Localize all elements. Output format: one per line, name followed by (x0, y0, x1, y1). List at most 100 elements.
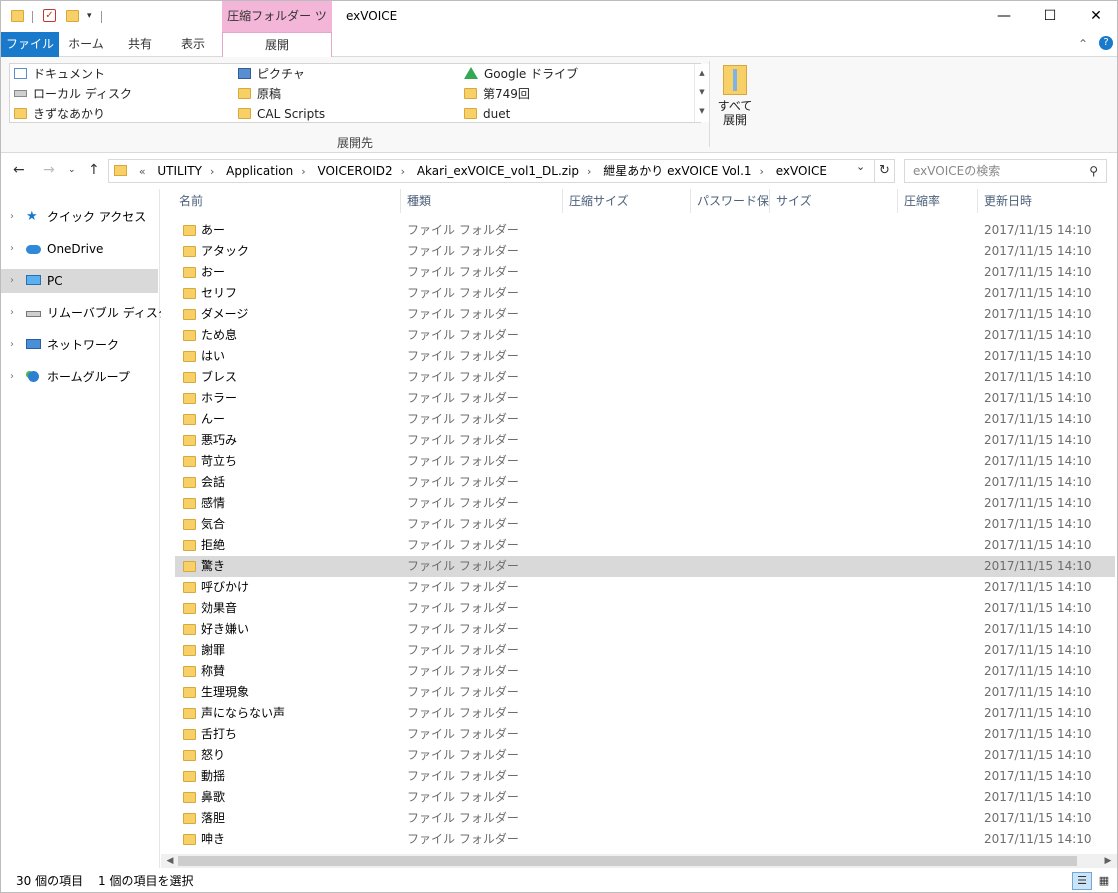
table-row[interactable]: 効果音 ファイル フォルダー 2017/11/15 14:10 (175, 598, 1115, 619)
tab-home[interactable]: ホーム (61, 32, 111, 57)
scroll-down-icon[interactable]: ▼ (695, 83, 709, 102)
table-row[interactable]: 鼻歌 ファイル フォルダー 2017/11/15 14:10 (175, 787, 1115, 808)
chevron-right-icon[interactable]: › (583, 161, 595, 182)
column-header-compressed-size[interactable]: 圧縮サイズ (563, 189, 691, 213)
nav-item-network[interactable]: › ネットワーク (1, 333, 158, 357)
table-row[interactable]: あー ファイル フォルダー 2017/11/15 14:10 (175, 220, 1115, 241)
refresh-icon[interactable]: ↻ (875, 159, 895, 183)
tab-view[interactable]: 表示 (167, 32, 219, 57)
chevron-right-icon[interactable]: › (10, 301, 14, 325)
table-row[interactable]: 称賛 ファイル フォルダー 2017/11/15 14:10 (175, 661, 1115, 682)
chevron-right-icon[interactable]: › (397, 161, 409, 182)
search-input[interactable]: exVOICEの検索 ⚲ (904, 159, 1107, 183)
destination-local-disk[interactable]: ローカル ディスク (14, 84, 132, 104)
table-row[interactable]: 生理現象 ファイル フォルダー 2017/11/15 14:10 (175, 682, 1115, 703)
tab-share[interactable]: 共有 (115, 32, 165, 57)
destination-google-drive[interactable]: Google ドライブ (464, 64, 578, 84)
scroll-up-icon[interactable]: ▲ (695, 64, 709, 83)
recent-locations-icon[interactable]: ⌄ (68, 165, 76, 175)
table-row[interactable]: 感情 ファイル フォルダー 2017/11/15 14:10 (175, 493, 1115, 514)
forward-arrow-icon[interactable]: → (43, 162, 55, 178)
gallery-more-icon[interactable]: ▼ (695, 102, 709, 121)
help-icon[interactable]: ? (1099, 36, 1113, 50)
table-row[interactable]: 気合 ファイル フォルダー 2017/11/15 14:10 (175, 514, 1115, 535)
scroll-right-icon[interactable]: ▶ (1101, 854, 1115, 868)
table-row[interactable]: アタック ファイル フォルダー 2017/11/15 14:10 (175, 241, 1115, 262)
table-row[interactable]: 呻き ファイル フォルダー 2017/11/15 14:10 (175, 829, 1115, 850)
details-view-icon[interactable]: ☰ (1072, 872, 1092, 890)
destination-folder[interactable]: 第749回 (464, 84, 530, 104)
table-row[interactable]: 呼びかけ ファイル フォルダー 2017/11/15 14:10 (175, 577, 1115, 598)
breadcrumb-overflow[interactable]: « (135, 161, 150, 182)
destination-folder[interactable]: きずなあかり (14, 104, 105, 124)
chevron-right-icon[interactable]: › (10, 269, 14, 293)
breadcrumb-segment[interactable]: VOICEROID2 (313, 160, 396, 182)
breadcrumb-segment[interactable]: Akari_exVOICE_vol1_DL.zip (413, 160, 583, 182)
nav-item-quick-access[interactable]: › ★ クイック アクセス (1, 205, 158, 229)
table-row[interactable]: ダメージ ファイル フォルダー 2017/11/15 14:10 (175, 304, 1115, 325)
breadcrumb-segment[interactable]: exVOICE (772, 160, 831, 182)
breadcrumb-segment[interactable]: UTILITY (153, 160, 206, 182)
column-header-date-modified[interactable]: 更新日時 (978, 189, 1117, 213)
nav-item-onedrive[interactable]: › OneDrive (1, 237, 158, 261)
nav-item-pc[interactable]: › PC (1, 269, 158, 293)
breadcrumb-segment[interactable]: 紲星あかり exVOICE Vol.1 (599, 160, 755, 182)
collapse-ribbon-icon[interactable]: ⌃ (1078, 37, 1088, 51)
chevron-right-icon[interactable]: › (206, 161, 218, 182)
gallery-scrollbar[interactable]: ▲ ▼ ▼ (694, 64, 709, 122)
tab-extract[interactable]: 展開 (222, 32, 332, 58)
chevron-right-icon[interactable]: › (10, 365, 14, 389)
properties-icon[interactable]: ✓ (43, 9, 56, 22)
nav-item-removable-disk[interactable]: › リムーバブル ディスク (E:) (1, 301, 195, 325)
table-row[interactable]: 驚き ファイル フォルダー 2017/11/15 14:10 (175, 556, 1115, 577)
table-row[interactable]: おー ファイル フォルダー 2017/11/15 14:10 (175, 262, 1115, 283)
scrollbar-thumb[interactable] (178, 856, 1077, 866)
chevron-right-icon[interactable]: › (297, 161, 309, 182)
column-header-size[interactable]: サイズ (770, 189, 898, 213)
table-row[interactable]: んー ファイル フォルダー 2017/11/15 14:10 (175, 409, 1115, 430)
scroll-left-icon[interactable]: ◀ (163, 854, 177, 868)
table-row[interactable]: 拒絶 ファイル フォルダー 2017/11/15 14:10 (175, 535, 1115, 556)
back-arrow-icon[interactable]: ← (13, 162, 25, 178)
table-row[interactable]: 好き嫌い ファイル フォルダー 2017/11/15 14:10 (175, 619, 1115, 640)
table-row[interactable]: ため息 ファイル フォルダー 2017/11/15 14:10 (175, 325, 1115, 346)
maximize-icon[interactable]: ☐ (1027, 1, 1073, 32)
table-row[interactable]: 舌打ち ファイル フォルダー 2017/11/15 14:10 (175, 724, 1115, 745)
chevron-right-icon[interactable]: › (10, 333, 14, 357)
tab-file[interactable]: ファイル (1, 32, 59, 57)
table-row[interactable]: 謝罪 ファイル フォルダー 2017/11/15 14:10 (175, 640, 1115, 661)
table-row[interactable]: 怒り ファイル フォルダー 2017/11/15 14:10 (175, 745, 1115, 766)
table-row[interactable]: 苛立ち ファイル フォルダー 2017/11/15 14:10 (175, 451, 1115, 472)
chevron-right-icon[interactable]: › (10, 205, 14, 229)
column-header-ratio[interactable]: 圧縮率 (898, 189, 978, 213)
table-row[interactable]: 落胆 ファイル フォルダー 2017/11/15 14:10 (175, 808, 1115, 829)
minimize-icon[interactable]: — (981, 1, 1027, 32)
table-row[interactable]: 会話 ファイル フォルダー 2017/11/15 14:10 (175, 472, 1115, 493)
new-folder-icon[interactable] (66, 10, 79, 22)
table-row[interactable]: ブレス ファイル フォルダー 2017/11/15 14:10 (175, 367, 1115, 388)
breadcrumb-segment[interactable]: Application (222, 160, 297, 182)
destination-documents[interactable]: ドキュメント (14, 64, 105, 84)
destination-folder[interactable]: duet (464, 104, 510, 124)
address-bar[interactable]: « UTILITY › Application › VOICEROID2 › Akar… (108, 159, 875, 183)
search-icon[interactable]: ⚲ (1089, 160, 1098, 182)
horizontal-scrollbar[interactable]: ◀ ▶ (161, 854, 1117, 868)
nav-item-homegroup[interactable]: › ホームグループ (1, 365, 158, 389)
destination-pictures[interactable]: ピクチャ (238, 64, 305, 84)
column-header-name[interactable]: 名前 (173, 189, 401, 213)
destination-folder[interactable]: 原稿 (238, 84, 281, 104)
large-icons-view-icon[interactable]: ▦ (1094, 872, 1114, 890)
table-row[interactable]: はい ファイル フォルダー 2017/11/15 14:10 (175, 346, 1115, 367)
chevron-right-icon[interactable]: › (756, 161, 768, 182)
up-arrow-icon[interactable]: ↑ (88, 162, 100, 178)
table-row[interactable]: 声にならない声 ファイル フォルダー 2017/11/15 14:10 (175, 703, 1115, 724)
address-dropdown-icon[interactable]: ⌄ (856, 160, 865, 173)
chevron-right-icon[interactable]: › (10, 237, 14, 261)
column-header-type[interactable]: 種類 (401, 189, 563, 213)
table-row[interactable]: 悪巧み ファイル フォルダー 2017/11/15 14:10 (175, 430, 1115, 451)
column-header-password[interactable]: パスワード保... (691, 189, 770, 213)
table-row[interactable]: セリフ ファイル フォルダー 2017/11/15 14:10 (175, 283, 1115, 304)
customize-quick-access-icon[interactable]: ▾ (87, 11, 92, 21)
table-row[interactable]: ホラー ファイル フォルダー 2017/11/15 14:10 (175, 388, 1115, 409)
extract-all-button[interactable]: すべて 展開 (713, 63, 757, 129)
